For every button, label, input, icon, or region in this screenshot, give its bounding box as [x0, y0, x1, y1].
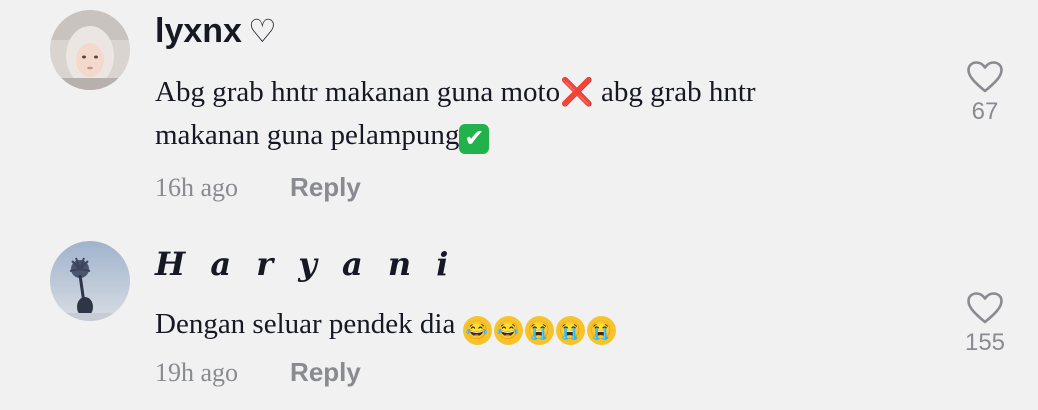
comment-text: Abg grab hntr makanan guna moto❌ abg gra… [155, 71, 855, 156]
like-count: 67 [971, 98, 999, 125]
comment-item: lyxnx ♡ Abg grab hntr makanan guna moto❌ … [0, 0, 1038, 225]
check-mark-icon: ✔ [459, 124, 490, 154]
crying-face-emoji-icon: 😭 [586, 316, 616, 345]
rolling-laughing-emoji-icon: 😂 [493, 316, 523, 345]
heart-icon[interactable] [966, 60, 1004, 94]
like-button[interactable]: 67 [955, 60, 1015, 126]
comment-text-part: Abg grab hntr makanan guna moto [155, 76, 561, 108]
heart-outline-icon: ♡ [247, 13, 277, 49]
avatar[interactable] [50, 241, 130, 321]
timestamp: 16h ago [155, 173, 239, 202]
crying-face-emoji-icon: 😭 [555, 316, 585, 345]
comment-text-part: Dengan seluar pendek dia [155, 308, 463, 340]
timestamp: 19h ago [155, 358, 239, 387]
comment-meta: 19h ago Reply [155, 357, 361, 388]
reply-button[interactable]: Reply [290, 172, 361, 202]
comment-text: Dengan seluar pendek dia 😂 😂 😭 😭 😭 [155, 303, 855, 345]
rolling-laughing-emoji-icon: 😂 [462, 316, 492, 345]
avatar[interactable] [50, 10, 130, 90]
reply-button[interactable]: Reply [290, 357, 361, 387]
crying-face-emoji-icon: 😭 [524, 316, 554, 345]
username-text[interactable]: lyxnx [155, 12, 242, 50]
username[interactable]: lyxnx ♡ [155, 12, 277, 51]
like-button[interactable]: 155 [955, 291, 1015, 357]
comment-meta: 16h ago Reply [155, 172, 361, 203]
heart-icon[interactable] [966, 291, 1004, 325]
like-count: 155 [964, 329, 1006, 356]
comment-item: H a r y a n i Dengan seluar pendek dia 😂… [0, 225, 1038, 410]
cross-mark-icon: ❌ [560, 77, 594, 108]
username[interactable]: H a r y a n i [155, 245, 455, 283]
